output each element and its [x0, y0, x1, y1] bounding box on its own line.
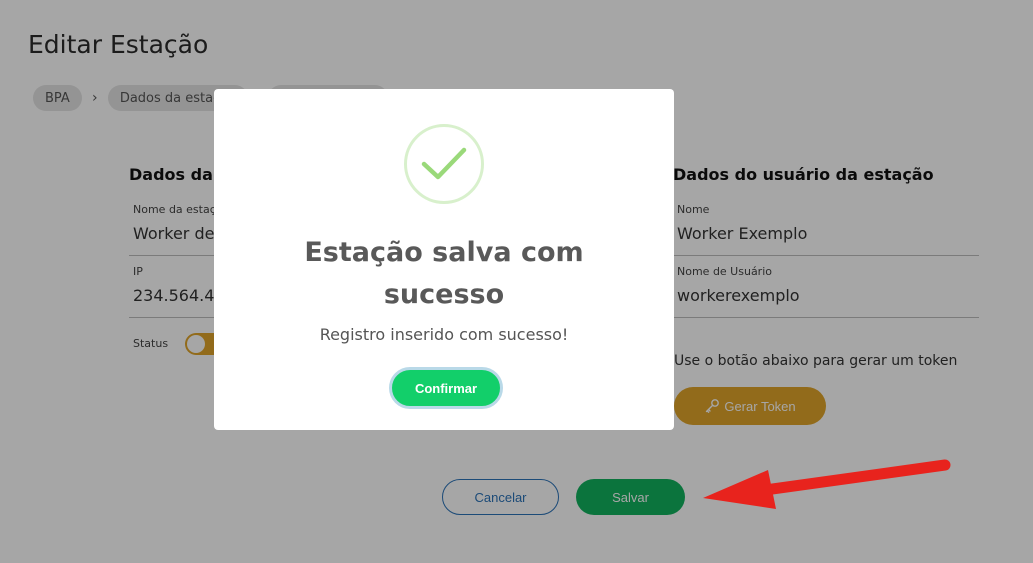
confirm-button[interactable]: Confirmar: [389, 367, 503, 409]
check-icon: [421, 147, 467, 180]
confirm-button-label: Confirmar: [414, 380, 478, 396]
modal-title: Estação salva com sucesso: [254, 232, 634, 316]
success-ring: [404, 124, 484, 204]
modal-title-line2: sucesso: [383, 279, 505, 310]
modal-title-line1: Estação salva com: [304, 237, 584, 268]
success-modal: Estação salva com sucesso Registro inser…: [214, 89, 674, 430]
modal-message: Registro inserido com sucesso!: [319, 325, 569, 344]
red-arrow-annotation: [703, 459, 951, 509]
